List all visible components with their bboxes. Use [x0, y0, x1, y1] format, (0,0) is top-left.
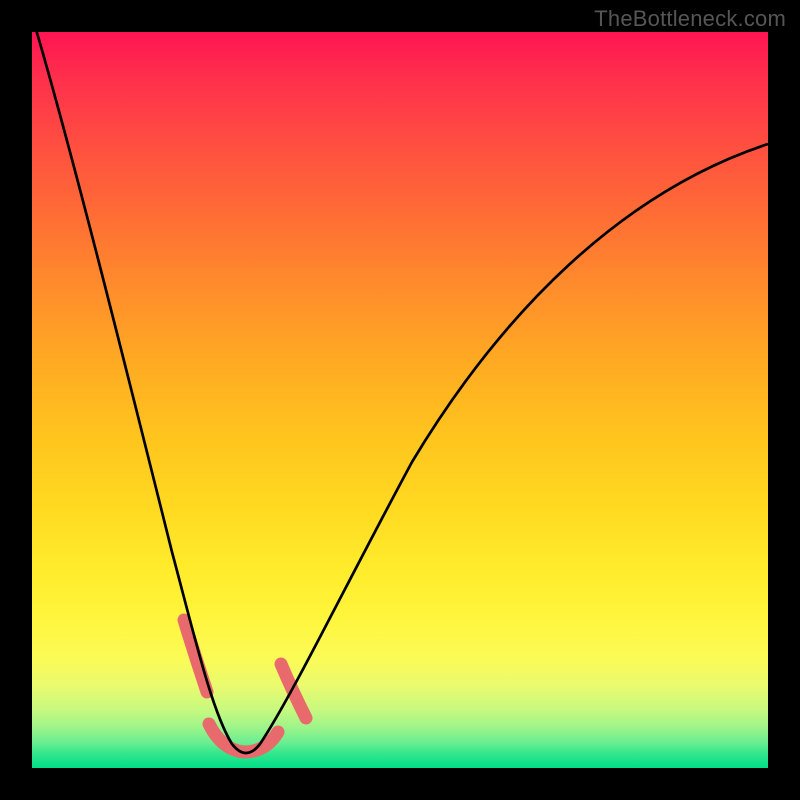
marker-bottom-u: [209, 724, 278, 752]
marker-left: [184, 620, 207, 692]
plot-area: [32, 32, 768, 768]
chart-frame: TheBottleneck.com: [0, 0, 800, 800]
bottleneck-curve: [35, 32, 768, 753]
curve-layer: [32, 32, 768, 768]
watermark-text: TheBottleneck.com: [594, 6, 786, 32]
